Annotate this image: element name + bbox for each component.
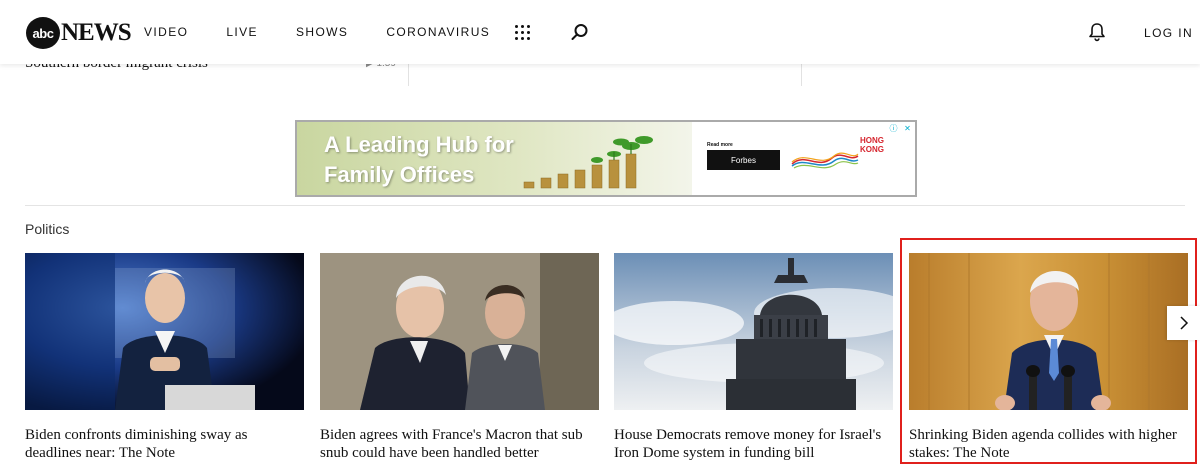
search-icon[interactable] xyxy=(571,23,589,41)
partner-line1: HONG xyxy=(860,136,884,145)
ribbon-graphic xyxy=(791,152,859,169)
chevron-right-icon xyxy=(1179,316,1188,330)
nav-video[interactable]: VIDEO xyxy=(144,25,188,39)
story-card[interactable]: Biden confronts diminishing sway as dead… xyxy=(25,253,304,462)
login-link[interactable]: LOG IN xyxy=(1144,26,1193,40)
ad-image-panel: A Leading Hub for Family Offices xyxy=(297,122,692,195)
site-header: abc NEWS VIDEO LIVE SHOWS CORONAVIRUS LO… xyxy=(0,0,1200,64)
bell-icon[interactable] xyxy=(1088,22,1106,42)
story-image[interactable] xyxy=(909,253,1188,410)
story-title[interactable]: House Democrats remove money for Israel'… xyxy=(614,426,893,462)
ad-read-more[interactable]: Read more xyxy=(707,142,733,148)
close-icon[interactable]: ✕ xyxy=(902,123,913,134)
story-card[interactable]: House Democrats remove money for Israel'… xyxy=(614,253,893,462)
story-card[interactable]: Shrinking Biden agenda collides with hig… xyxy=(909,253,1188,462)
ad-headline-line1: A Leading Hub for xyxy=(324,132,514,157)
story-image[interactable] xyxy=(614,253,893,410)
nav-coronavirus[interactable]: CORONAVIRUS xyxy=(386,25,490,39)
ad-brand-panel: Read more Forbes HONG KONG xyxy=(692,122,915,195)
partner-line2: KONG xyxy=(860,145,884,154)
main-nav: VIDEO LIVE SHOWS CORONAVIRUS xyxy=(144,0,528,64)
news-wordmark: NEWS xyxy=(61,19,132,46)
story-title[interactable]: Biden agrees with France's Macron that s… xyxy=(320,426,599,462)
story-card[interactable]: Biden agrees with France's Macron that s… xyxy=(320,253,599,462)
apps-grid-icon[interactable] xyxy=(515,25,531,41)
story-image[interactable] xyxy=(25,253,304,410)
ad-choices: ⓘ ✕ xyxy=(888,123,913,134)
ad-headline-line2: Family Offices xyxy=(324,162,475,187)
abc-news-logo[interactable]: abc NEWS xyxy=(26,17,132,49)
coin-stacks-image xyxy=(523,136,653,189)
nav-live[interactable]: LIVE xyxy=(226,25,258,39)
nav-shows[interactable]: SHOWS xyxy=(296,25,348,39)
info-icon[interactable]: ⓘ xyxy=(888,123,899,134)
forbes-logo: Forbes xyxy=(707,150,780,170)
abc-logo-circle: abc xyxy=(26,17,60,49)
story-title[interactable]: Biden confronts diminishing sway as dead… xyxy=(25,426,304,462)
story-image[interactable] xyxy=(320,253,599,410)
advertisement-banner[interactable]: A Leading Hub for Family Offices Read mo… xyxy=(295,120,917,197)
story-title[interactable]: Shrinking Biden agenda collides with hig… xyxy=(909,426,1188,462)
section-title[interactable]: Politics xyxy=(25,221,69,237)
section-divider xyxy=(25,205,1185,206)
hong-kong-logo: HONG KONG xyxy=(860,136,884,154)
ad-headline: A Leading Hub for Family Offices xyxy=(324,130,514,190)
carousel-next-button[interactable] xyxy=(1167,306,1200,340)
